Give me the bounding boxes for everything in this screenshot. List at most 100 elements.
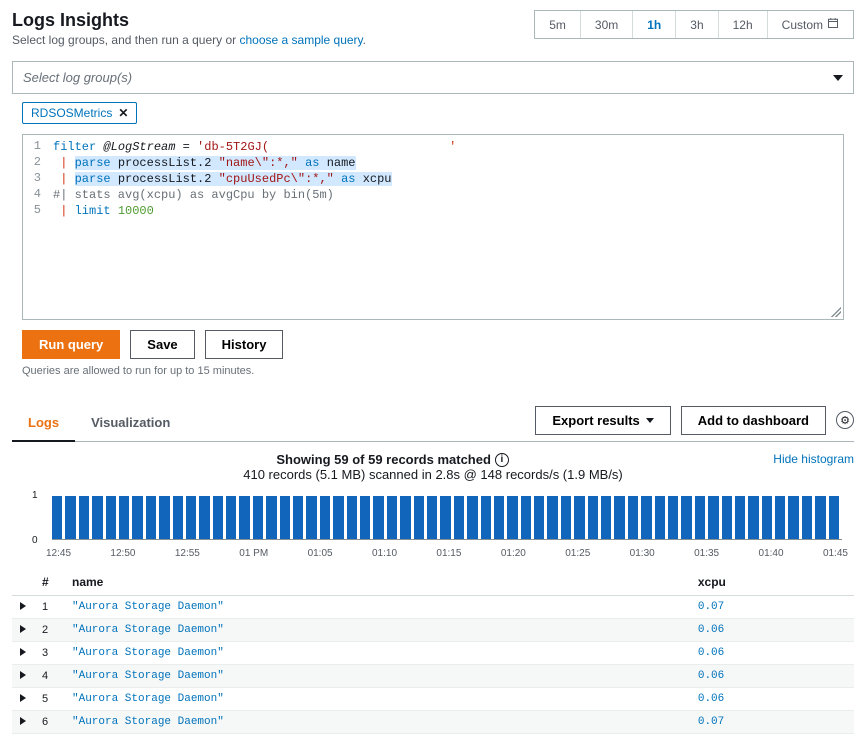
column-header[interactable]: name: [64, 569, 690, 596]
histogram-bar[interactable]: [481, 496, 491, 540]
histogram-bar[interactable]: [695, 496, 705, 540]
expand-row-icon[interactable]: [20, 625, 26, 633]
histogram-bar[interactable]: [561, 496, 571, 540]
sample-query-link[interactable]: choose a sample query: [239, 33, 362, 47]
table-row[interactable]: 4"Aurora Storage Daemon"0.06: [12, 665, 854, 688]
histogram-bar[interactable]: [574, 496, 584, 540]
histogram-bar[interactable]: [735, 496, 745, 540]
histogram-bar[interactable]: [333, 496, 343, 540]
histogram-bar[interactable]: [454, 496, 464, 540]
histogram-bar[interactable]: [213, 496, 223, 540]
expand-row-icon[interactable]: [20, 671, 26, 679]
histogram-bar[interactable]: [427, 496, 437, 540]
table-row[interactable]: 2"Aurora Storage Daemon"0.06: [12, 619, 854, 642]
log-group-tag[interactable]: RDSOSMetrics✕: [22, 102, 137, 124]
histogram-bar[interactable]: [400, 496, 410, 540]
column-header[interactable]: #: [34, 569, 64, 596]
histogram-bar[interactable]: [226, 496, 236, 540]
time-range-3h[interactable]: 3h: [676, 11, 718, 38]
tab-logs[interactable]: Logs: [12, 405, 75, 442]
log-group-select[interactable]: Select log group(s): [12, 61, 854, 94]
expand-row-icon[interactable]: [20, 602, 26, 610]
histogram-bar[interactable]: [507, 496, 517, 540]
info-icon[interactable]: i: [495, 453, 509, 467]
histogram-bar[interactable]: [802, 496, 812, 540]
histogram-bar[interactable]: [173, 496, 183, 540]
y-tick-0: 0: [32, 535, 38, 546]
expand-row-icon[interactable]: [20, 648, 26, 656]
histogram-bar[interactable]: [588, 496, 598, 540]
histogram-bar[interactable]: [186, 496, 196, 540]
table-row[interactable]: 3"Aurora Storage Daemon"0.06: [12, 642, 854, 665]
histogram-bar[interactable]: [347, 496, 357, 540]
histogram-bar[interactable]: [614, 496, 624, 540]
histogram-bar[interactable]: [467, 496, 477, 540]
histogram-bar[interactable]: [306, 496, 316, 540]
histogram-bar[interactable]: [440, 496, 450, 540]
resize-handle-icon[interactable]: [831, 307, 841, 317]
histogram-bar[interactable]: [280, 496, 290, 540]
run-query-button[interactable]: Run query: [22, 330, 120, 359]
expand-row-icon[interactable]: [20, 717, 26, 725]
histogram-bar[interactable]: [815, 496, 825, 540]
query-editor[interactable]: 1filter @LogStream = 'db-5T2GJ( '2 | par…: [22, 134, 844, 320]
histogram-bar[interactable]: [762, 496, 772, 540]
remove-tag-icon[interactable]: ✕: [118, 106, 128, 120]
histogram-bar[interactable]: [320, 496, 330, 540]
histogram-bar[interactable]: [748, 496, 758, 540]
time-range-5m[interactable]: 5m: [535, 11, 581, 38]
histogram-bar[interactable]: [494, 496, 504, 540]
settings-gear-icon[interactable]: ⚙: [836, 411, 854, 429]
time-range-custom[interactable]: Custom: [768, 11, 853, 38]
save-button[interactable]: Save: [130, 330, 194, 359]
histogram-bar[interactable]: [681, 496, 691, 540]
expand-row-icon[interactable]: [20, 694, 26, 702]
histogram-bar[interactable]: [414, 496, 424, 540]
histogram-bar[interactable]: [547, 496, 557, 540]
histogram-bar[interactable]: [628, 496, 638, 540]
export-results-button[interactable]: Export results: [535, 406, 670, 435]
table-row[interactable]: 6"Aurora Storage Daemon"0.07: [12, 711, 854, 734]
histogram-bar[interactable]: [159, 496, 169, 540]
histogram-bar[interactable]: [722, 496, 732, 540]
table-row[interactable]: 5"Aurora Storage Daemon"0.06: [12, 688, 854, 711]
time-range-1h[interactable]: 1h: [633, 11, 676, 38]
history-button[interactable]: History: [205, 330, 284, 359]
time-range-12h[interactable]: 12h: [719, 11, 768, 38]
histogram-bar[interactable]: [79, 496, 89, 540]
histogram-bar[interactable]: [199, 496, 209, 540]
histogram-bar[interactable]: [52, 496, 62, 540]
histogram-bar[interactable]: [253, 496, 263, 540]
histogram-bar[interactable]: [146, 496, 156, 540]
histogram-bar[interactable]: [92, 496, 102, 540]
histogram-bar[interactable]: [829, 496, 839, 540]
histogram-bar[interactable]: [641, 496, 651, 540]
histogram-bar[interactable]: [521, 496, 531, 540]
histogram-bar[interactable]: [387, 496, 397, 540]
column-header[interactable]: xcpu: [690, 569, 854, 596]
histogram-bar[interactable]: [65, 496, 75, 540]
histogram-chart: 1 0: [18, 488, 848, 548]
hide-histogram-link[interactable]: Hide histogram: [773, 452, 854, 466]
histogram-bar[interactable]: [788, 496, 798, 540]
tab-visualization[interactable]: Visualization: [75, 405, 186, 441]
histogram-bar[interactable]: [668, 496, 678, 540]
x-tick: 01 PM: [239, 548, 268, 559]
histogram-bar[interactable]: [708, 496, 718, 540]
add-to-dashboard-button[interactable]: Add to dashboard: [681, 406, 826, 435]
histogram-bar[interactable]: [293, 496, 303, 540]
time-range-30m[interactable]: 30m: [581, 11, 633, 38]
histogram-bar[interactable]: [655, 496, 665, 540]
histogram-bar[interactable]: [373, 496, 383, 540]
table-row[interactable]: 1"Aurora Storage Daemon"0.07: [12, 596, 854, 619]
histogram-bar[interactable]: [266, 496, 276, 540]
histogram-bar[interactable]: [239, 496, 249, 540]
histogram-bar[interactable]: [106, 496, 116, 540]
histogram-bar[interactable]: [119, 496, 129, 540]
histogram-bar[interactable]: [132, 496, 142, 540]
histogram-bar[interactable]: [534, 496, 544, 540]
histogram-bar[interactable]: [360, 496, 370, 540]
histogram-bar[interactable]: [601, 496, 611, 540]
histogram-bar[interactable]: [775, 496, 785, 540]
caret-down-icon: [646, 418, 654, 423]
